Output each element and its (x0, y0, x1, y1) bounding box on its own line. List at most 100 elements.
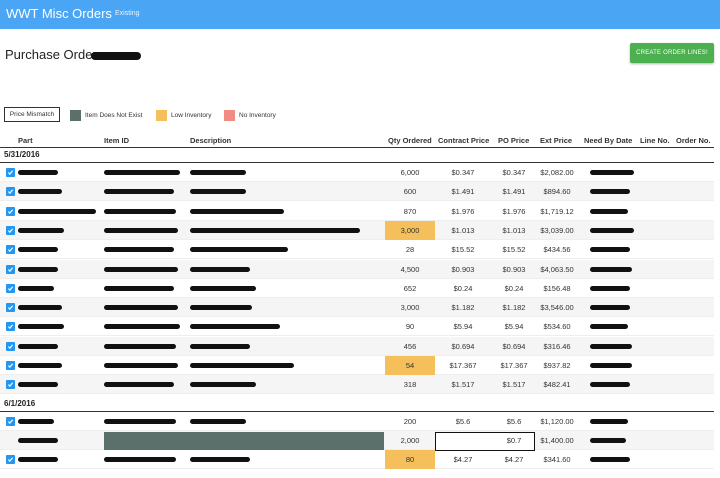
ext-price: $894.60 (543, 187, 571, 197)
purchase-order-label: Purchase Order: (5, 47, 101, 62)
header-divider (0, 147, 714, 148)
need-by-date-redacted (590, 437, 626, 443)
app-title: WWT Misc Orders (6, 6, 112, 21)
table-row[interactable]: 6,000 $0.347 $0.347 $2,082.00 (0, 163, 714, 182)
purchase-order-number-redacted (91, 52, 141, 60)
contract-price: $1.013 (451, 225, 475, 235)
create-order-lines-button[interactable]: CREATE ORDER LINES! (630, 43, 714, 63)
row-checkbox[interactable] (6, 206, 15, 216)
group-date: 5/31/2016 (4, 150, 40, 159)
column-header[interactable]: Ext Price (540, 136, 572, 145)
column-header[interactable]: PO Price (498, 136, 529, 145)
app-header: WWT Misc Orders Existing (0, 0, 720, 29)
column-header[interactable]: Qty Ordered (388, 136, 432, 145)
row-checkbox[interactable] (6, 455, 15, 465)
contract-price: $1.491 (451, 187, 475, 197)
ext-price: $2,082.00 (540, 168, 574, 177)
need-by-date-redacted (590, 247, 630, 253)
qty-ordered: 318 (403, 380, 417, 390)
ext-price: $3,546.00 (540, 303, 574, 313)
row-checkbox[interactable] (6, 225, 15, 235)
ext-price: $434.56 (543, 245, 571, 255)
description-redacted (190, 418, 246, 424)
table-row[interactable]: 652 $0.24 $0.24 $156.48 (0, 279, 714, 298)
row-checkbox[interactable] (6, 341, 15, 351)
qty-ordered: 200 (403, 416, 417, 426)
need-by-date-redacted (590, 324, 628, 330)
table-row[interactable]: 28 $15.52 $15.52 $434.56 (0, 240, 714, 260)
need-by-date-redacted (590, 189, 630, 195)
contract-price: $0.903 (451, 264, 475, 274)
row-checkbox[interactable] (6, 283, 15, 293)
description-redacted (190, 457, 250, 463)
table-row[interactable]: 600 $1.491 $1.491 $894.60 (0, 182, 714, 202)
item-id-redacted (104, 324, 180, 330)
ext-price: $937.82 (543, 361, 571, 370)
column-header[interactable]: Order No. (676, 136, 711, 145)
need-by-date-redacted (590, 305, 630, 311)
qty-ordered: 3,000 (400, 303, 420, 313)
contract-price: $4.27 (453, 455, 473, 465)
description-redacted (190, 382, 256, 388)
table-row[interactable]: 3,000 $1.013 $1.013 $3,039.00 (0, 220, 714, 240)
table-row[interactable]: 870 $1.976 $1.976 $1,719.12 (0, 202, 714, 221)
row-checkbox[interactable] (6, 187, 15, 197)
legend-label: No Inventory (239, 111, 276, 119)
table-row[interactable]: 200 $5.6 $5.6 $1,120.00 (0, 412, 714, 431)
column-header[interactable]: Line No. (640, 136, 670, 145)
ext-price: $4,063.50 (540, 264, 574, 274)
table-row[interactable]: 4,500 $0.903 $0.903 $4,063.50 (0, 259, 714, 279)
table-row[interactable]: 90 $5.94 $5.94 $534.60 (0, 317, 714, 337)
legend-item: Low Inventory (156, 108, 211, 122)
column-header[interactable]: Contract Price (438, 136, 489, 145)
part-redacted (18, 266, 58, 272)
description-redacted (190, 247, 288, 253)
column-header[interactable]: Item ID (104, 136, 129, 145)
item-id-redacted (104, 343, 176, 349)
item-id-redacted (104, 227, 178, 233)
part-redacted (18, 285, 54, 291)
qty-ordered: 6,000 (400, 168, 420, 177)
row-checkbox[interactable] (6, 168, 15, 177)
item-id-redacted (104, 363, 178, 368)
column-header[interactable]: Part (18, 136, 33, 145)
table-row[interactable]: 2,000 $0.7 $1,400.00 (0, 430, 714, 451)
po-price: $0.903 (502, 264, 526, 274)
ext-price: $534.60 (543, 322, 571, 332)
row-checkbox[interactable] (6, 245, 15, 255)
row-checkbox[interactable] (6, 416, 15, 426)
row-checkbox[interactable] (6, 436, 15, 445)
description-redacted (190, 208, 284, 214)
need-by-date-redacted (590, 285, 630, 291)
po-price: $5.6 (506, 416, 522, 426)
row-checkbox[interactable] (6, 380, 15, 390)
ext-price: $1,120.00 (540, 416, 574, 426)
item-id-redacted (104, 305, 178, 311)
row-checkbox[interactable] (6, 361, 15, 370)
po-price: $0.694 (502, 341, 526, 351)
table-row[interactable]: 80 $4.27 $4.27 $341.60 (0, 450, 714, 470)
column-header[interactable]: Description (190, 136, 231, 145)
legend-item: Price Mismatch (4, 106, 60, 122)
table-row[interactable]: 54 $17.367 $17.367 $937.82 (0, 356, 714, 375)
contract-price: $1.182 (451, 303, 475, 313)
table-row[interactable]: 456 $0.694 $0.694 $316.46 (0, 336, 714, 356)
description-redacted (190, 189, 246, 195)
item-id-redacted (104, 457, 176, 463)
qty-ordered: 28 (405, 245, 415, 255)
table-row[interactable]: 3,000 $1.182 $1.182 $3,546.00 (0, 298, 714, 318)
row-checkbox[interactable] (6, 264, 15, 274)
ext-price: $482.41 (543, 380, 571, 390)
item-id-redacted (104, 382, 174, 388)
row-checkbox[interactable] (6, 303, 15, 313)
part-redacted (18, 170, 58, 175)
ext-price: $3,039.00 (540, 225, 574, 235)
table-row[interactable]: 318 $1.517 $1.517 $482.41 (0, 375, 714, 395)
item-id-redacted (104, 266, 178, 272)
qty-ordered: 80 (405, 455, 415, 465)
description-redacted (190, 285, 256, 291)
row-checkbox[interactable] (6, 322, 15, 332)
ext-price: $316.46 (543, 341, 571, 351)
column-header[interactable]: Need By Date (584, 136, 632, 145)
need-by-date-redacted (590, 457, 630, 463)
